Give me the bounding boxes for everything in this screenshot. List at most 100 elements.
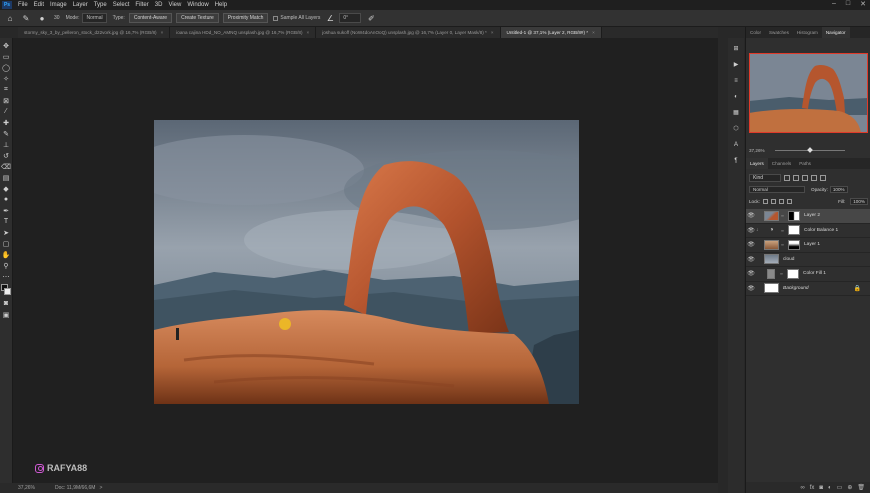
hand-tool-icon[interactable]: ✋	[1, 249, 12, 260]
layer-style-icon[interactable]: fx	[810, 485, 815, 491]
screen-mode-icon[interactable]: ▣	[1, 309, 12, 320]
move-tool-icon[interactable]: ✥	[1, 40, 12, 51]
type-tool-icon[interactable]: T	[1, 216, 12, 227]
menu-layer[interactable]: Layer	[70, 2, 91, 8]
layer-mask-thumbnail[interactable]	[787, 268, 799, 279]
clone-stamp-icon[interactable]: ⊥	[1, 139, 12, 150]
zoom-tool-icon[interactable]: ⚲	[1, 260, 12, 271]
filter-adjustment-icon[interactable]	[793, 174, 799, 181]
tab-swatches[interactable]: Swatches	[765, 27, 793, 38]
brush-tool-icon[interactable]: ✎	[1, 128, 12, 139]
layer-name[interactable]: Layer 1	[804, 242, 820, 247]
tab-navigator[interactable]: Navigator	[821, 27, 850, 38]
layer-row-background[interactable]: 👁 Background 🔒	[746, 282, 870, 296]
brush-preset-icon[interactable]: ●	[36, 12, 48, 24]
dodge-tool-icon[interactable]: ●	[1, 194, 12, 205]
color-swatches[interactable]	[0, 284, 12, 298]
kind-filter-select[interactable]: Kind	[749, 173, 781, 182]
mode-select[interactable]: Normal	[82, 13, 107, 23]
new-layer-icon[interactable]: ⊕	[847, 484, 852, 491]
path-selection-icon[interactable]: ➤	[1, 227, 12, 238]
menu-image[interactable]: Image	[47, 2, 70, 8]
close-icon[interactable]: ×	[161, 30, 164, 35]
layer-row-cloud[interactable]: 👁 cloud	[746, 253, 870, 267]
link-icon[interactable]: ∞	[781, 228, 785, 233]
filter-shape-icon[interactable]	[811, 174, 817, 181]
layer-name[interactable]: Color Fill 1	[803, 271, 826, 276]
lock-position-icon[interactable]	[778, 199, 784, 204]
sample-all-layers-checkbox[interactable]: Sample All Layers	[273, 15, 320, 21]
visibility-eye-icon[interactable]: 👁	[746, 212, 756, 219]
canvas-area[interactable]	[13, 38, 718, 483]
layer-mask-thumbnail[interactable]	[788, 239, 800, 250]
gradient-tool-icon[interactable]: ▤	[1, 172, 12, 183]
3d-icon[interactable]: ⬡	[732, 124, 741, 133]
layer-name[interactable]: Color Balance 1	[804, 228, 838, 233]
more-tools-icon[interactable]: ⋯	[1, 271, 12, 282]
visibility-eye-icon[interactable]: 👁	[746, 270, 756, 277]
shape-tool-icon[interactable]: ▢	[1, 238, 12, 249]
visibility-eye-icon[interactable]: 👁	[746, 256, 756, 263]
lasso-tool-icon[interactable]: ◯	[1, 62, 12, 73]
home-icon[interactable]: ⌂	[4, 12, 16, 24]
navigator-view-frame[interactable]	[749, 53, 868, 133]
lock-transparent-icon[interactable]	[762, 199, 768, 204]
lock-pixels-icon[interactable]	[770, 199, 776, 204]
layer-name[interactable]: Layer 2	[804, 213, 820, 218]
magic-wand-icon[interactable]: ✧	[1, 73, 12, 84]
frame-tool-icon[interactable]: ⊠	[1, 95, 12, 106]
menu-type[interactable]: Type	[91, 2, 110, 8]
maximize-button[interactable]: □	[846, 0, 850, 10]
layer-row-layer-1[interactable]: 👁 ∞ Layer 1	[746, 238, 870, 253]
tab-stormy-sky[interactable]: stormy_sky_3_by_pelleron_stock_d22vork.j…	[18, 27, 171, 38]
layer-name[interactable]: cloud	[783, 257, 794, 262]
link-icon[interactable]: ∞	[781, 213, 785, 218]
filter-smart-icon[interactable]	[820, 174, 826, 181]
group-icon[interactable]: ▭	[837, 484, 843, 491]
zoom-slider-handle[interactable]	[806, 146, 813, 153]
libraries-icon[interactable]: ▦	[732, 108, 741, 117]
tab-paths[interactable]: Paths	[795, 158, 815, 169]
angle-input[interactable]: 0°	[339, 13, 362, 23]
filter-pixel-icon[interactable]	[784, 174, 790, 181]
visibility-eye-icon[interactable]: 👁	[746, 241, 756, 248]
proximity-match-button[interactable]: Proximity Match	[222, 13, 269, 23]
adjustment-layer-icon[interactable]: ◐	[828, 485, 832, 491]
menu-window[interactable]: Window	[184, 2, 211, 8]
adjustments-icon[interactable]: ◐	[732, 92, 741, 101]
blur-tool-icon[interactable]: ◆	[1, 183, 12, 194]
tab-histogram[interactable]: Histogram	[793, 27, 822, 38]
pen-tool-icon[interactable]: ✒	[1, 205, 12, 216]
delete-layer-icon[interactable]: 🗑	[857, 484, 865, 491]
layer-row-color-balance[interactable]: 👁 ↓ ◑ ∞ Color Balance 1	[746, 224, 870, 238]
paragraph-icon[interactable]: ¶	[732, 156, 741, 165]
tab-joshua-sukoff[interactable]: joshua sukoff (NoW4doAnOoQ) unsplash.jpg…	[316, 27, 501, 38]
minimize-button[interactable]: –	[832, 0, 836, 10]
visibility-eye-icon[interactable]: 👁	[746, 227, 756, 234]
spot-healing-brush-icon[interactable]: ✎	[20, 12, 32, 24]
zoom-slider[interactable]	[774, 146, 845, 153]
blend-mode-select[interactable]: Normal	[749, 186, 805, 193]
quick-mask-icon[interactable]: ◙	[1, 298, 12, 309]
status-menu-arrow[interactable]: >	[99, 485, 102, 491]
create-texture-button[interactable]: Create Texture	[176, 13, 219, 23]
link-icon[interactable]: ∞	[781, 242, 785, 247]
visibility-eye-icon[interactable]: 👁	[746, 285, 756, 292]
close-icon[interactable]: ×	[491, 30, 494, 35]
layer-mask-thumbnail[interactable]	[788, 225, 800, 236]
layer-name[interactable]: Background	[783, 286, 809, 291]
artboard-tool-icon[interactable]: ▭	[1, 51, 12, 62]
navigator-preview[interactable]	[749, 53, 868, 133]
close-button[interactable]: ✕	[860, 0, 866, 10]
menu-view[interactable]: View	[165, 2, 184, 8]
fill-input[interactable]: 100%	[850, 198, 868, 205]
tab-channels[interactable]: Channels	[768, 158, 795, 169]
menu-help[interactable]: Help	[212, 2, 230, 8]
pressure-icon[interactable]: ✐	[365, 12, 377, 24]
close-icon[interactable]: ×	[592, 30, 595, 35]
lock-all-icon[interactable]	[786, 199, 792, 204]
add-mask-icon[interactable]: ◙	[819, 485, 823, 491]
properties-icon[interactable]: ≡	[732, 76, 741, 85]
link-icon[interactable]: ∞	[780, 271, 784, 276]
content-aware-button[interactable]: Content-Aware	[128, 13, 173, 23]
